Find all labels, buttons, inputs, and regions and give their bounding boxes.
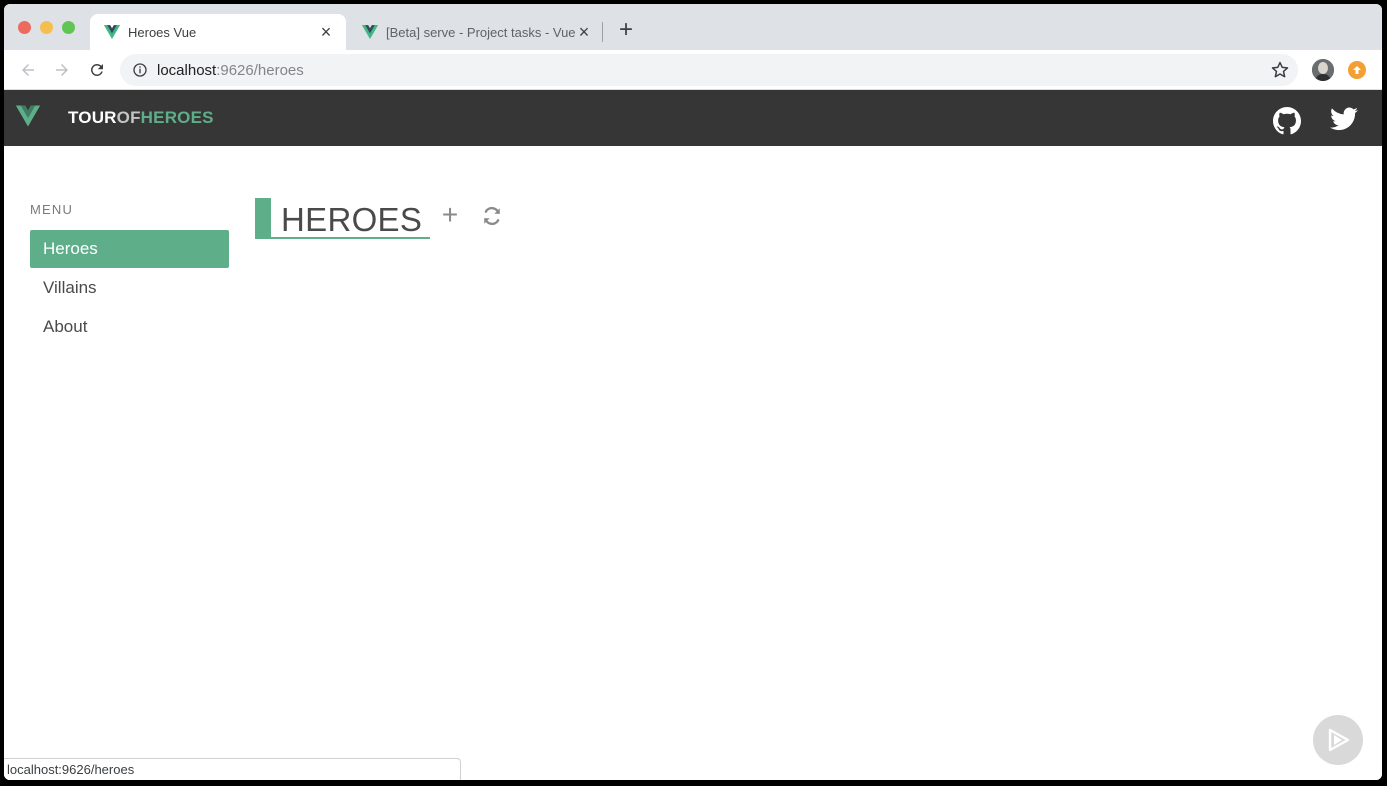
maximize-window-button[interactable]	[62, 21, 75, 34]
page-title: HEROES	[281, 201, 423, 238]
page-title-block: HEROES	[255, 198, 430, 239]
profile-avatar[interactable]	[1312, 59, 1334, 81]
reload-button[interactable]	[86, 59, 108, 81]
tab-title: [Beta] serve - Project tasks - Vue	[386, 24, 576, 40]
info-icon[interactable]	[132, 62, 148, 78]
url-host: localhost	[157, 61, 217, 79]
vue-logo-icon	[104, 25, 120, 39]
vue-logo-icon	[362, 25, 378, 39]
tab-vue-ui[interactable]: [Beta] serve - Project tasks - Vue ×	[348, 14, 604, 50]
reload-icon	[90, 63, 103, 76]
play-icon	[1328, 728, 1350, 752]
status-bar-url: localhost:9626/heroes	[4, 758, 461, 780]
minimize-window-button[interactable]	[40, 21, 53, 34]
tab-divider	[602, 22, 603, 42]
update-badge[interactable]	[1348, 61, 1366, 79]
brand-part-of: OF	[116, 108, 141, 127]
add-hero-button[interactable]: +	[438, 201, 462, 229]
arrow-left-icon	[22, 64, 34, 76]
tab-title: Heroes Vue	[128, 24, 197, 40]
arrow-up-icon	[1353, 66, 1361, 74]
floating-play-button[interactable]	[1313, 715, 1363, 765]
app-header: TOUROFHEROES	[4, 90, 1382, 146]
sidebar-item-heroes[interactable]: Heroes	[30, 230, 229, 268]
star-icon[interactable]	[1270, 60, 1290, 80]
url-path: :9626/heroes	[216, 61, 304, 79]
arrow-right-icon	[56, 64, 68, 76]
close-tab-icon[interactable]: ×	[576, 23, 592, 41]
new-tab-button[interactable]: +	[616, 18, 636, 43]
brand-part-tour: TOUR	[68, 108, 117, 127]
vue-logo-icon[interactable]	[16, 105, 40, 127]
refresh-icon[interactable]	[481, 205, 503, 227]
back-button[interactable]	[17, 59, 39, 81]
tab-heroes-vue[interactable]: Heroes Vue ×	[90, 14, 346, 50]
avatar-icon	[1312, 59, 1334, 81]
twitter-icon[interactable]	[1330, 107, 1358, 131]
close-window-button[interactable]	[18, 21, 31, 34]
address-bar[interactable]: localhost:9626/heroes	[120, 54, 1298, 86]
browser-window: Heroes Vue × [Beta] serve - Project task…	[4, 4, 1382, 780]
url-text: localhost:9626/heroes	[157, 62, 304, 79]
sidebar-item-villains[interactable]: Villains	[30, 269, 229, 307]
title-accent-bar	[255, 198, 271, 237]
browser-toolbar: localhost:9626/heroes	[4, 50, 1382, 90]
forward-button[interactable]	[51, 59, 73, 81]
brand-part-heroes: HEROES	[140, 108, 214, 127]
app-content: MENU Heroes Villains About HEROES +	[4, 146, 1382, 780]
brand-title[interactable]: TOUROFHEROES	[68, 108, 214, 128]
sidebar-item-about[interactable]: About	[30, 308, 229, 346]
menu-label: MENU	[30, 202, 74, 217]
tab-strip: Heroes Vue × [Beta] serve - Project task…	[4, 4, 1382, 50]
close-tab-icon[interactable]: ×	[318, 23, 334, 41]
github-icon[interactable]	[1273, 107, 1301, 135]
